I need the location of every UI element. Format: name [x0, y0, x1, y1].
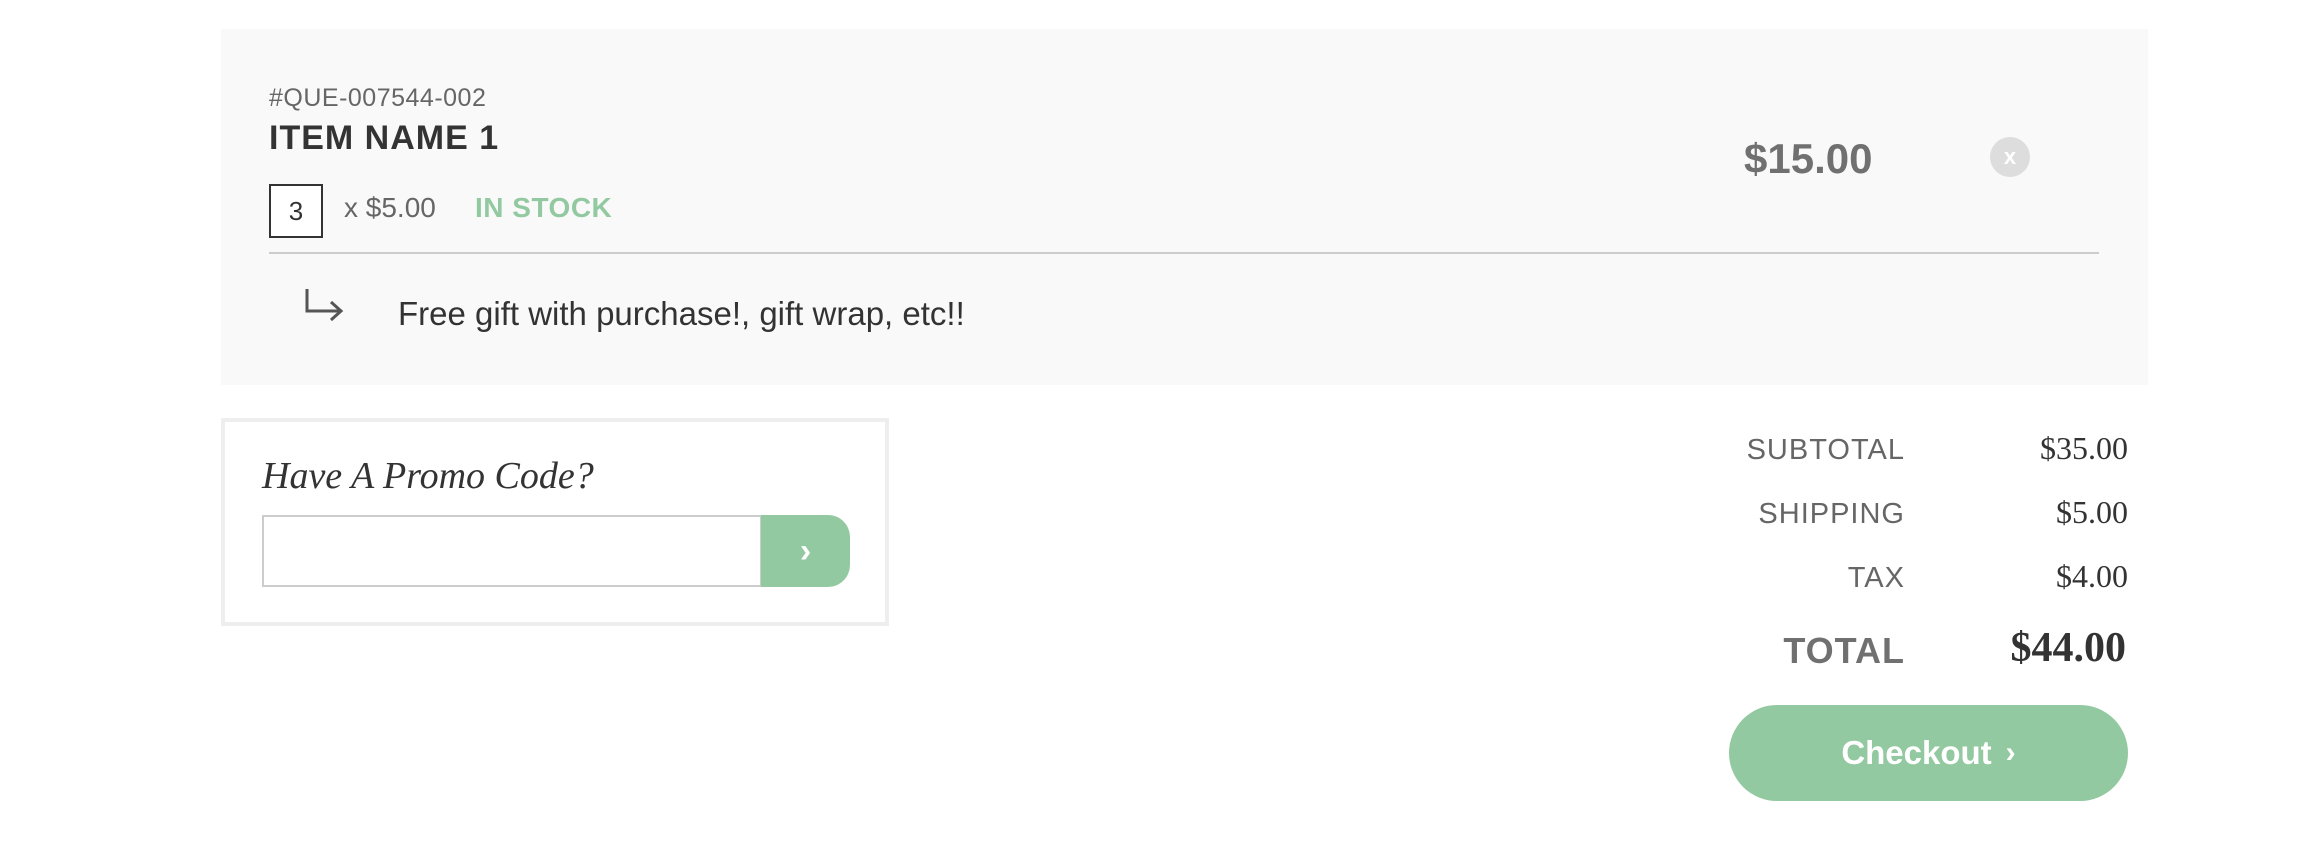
item-divider: [269, 252, 2099, 254]
total-value: $44.00: [2010, 625, 2127, 671]
item-addon-text: Free gift with purchase!, gift wrap, etc…: [398, 295, 965, 332]
total-label: TOTAL: [1783, 630, 1905, 671]
shipping-label: SHIPPING: [1758, 498, 1905, 530]
subtotal-value: $35.00: [2040, 430, 2128, 466]
chevron-right-icon: ›: [799, 532, 812, 570]
checkout-label: Checkout: [1841, 734, 1992, 771]
tax-value: $4.00: [2056, 558, 2128, 594]
tax-label: TAX: [1847, 562, 1905, 594]
chevron-right-icon: ›: [2005, 736, 2016, 769]
quantity-field[interactable]: 3: [269, 184, 323, 238]
unit-price: x $5.00: [344, 192, 436, 223]
stock-status-badge: IN STOCK: [475, 192, 613, 223]
return-arrow-icon: [305, 289, 344, 322]
item-sku: #QUE-007544-002: [269, 84, 487, 112]
checkout-button[interactable]: Checkout ›: [1729, 705, 2128, 801]
promo-submit-button[interactable]: ›: [761, 515, 850, 587]
promo-code-box: Have A Promo Code? ›: [221, 418, 889, 626]
line-total: $15.00: [1744, 135, 1873, 182]
promo-title: Have A Promo Code?: [262, 455, 594, 497]
shipping-value: $5.00: [2056, 494, 2128, 530]
remove-item-button[interactable]: x: [1990, 137, 2030, 177]
item-name: ITEM NAME 1: [269, 119, 500, 157]
cart-item: #QUE-007544-002 ITEM NAME 1 3 x $5.00 IN…: [221, 29, 2148, 385]
promo-code-input[interactable]: [262, 515, 762, 587]
subtotal-label: SUBTOTAL: [1746, 434, 1905, 466]
